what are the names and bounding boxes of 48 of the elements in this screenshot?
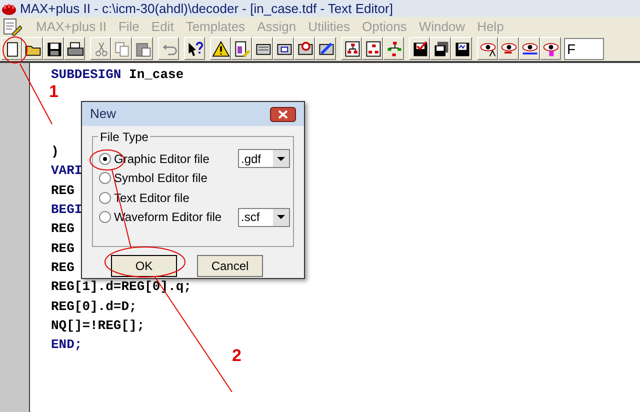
code-text: In_case (128, 67, 184, 82)
ok-button[interactable]: OK (111, 255, 177, 277)
floppy-stack-icon[interactable] (430, 37, 451, 60)
radio-button[interactable] (99, 211, 111, 224)
app-logo-icon (2, 2, 16, 14)
clipboard-icon[interactable] (132, 37, 153, 60)
code-keyword: BEGI (51, 202, 82, 218)
annotation-number: 2 (232, 345, 242, 367)
code-line: REG (51, 221, 74, 236)
code-line: ) (51, 144, 59, 160)
document-icon[interactable] (1, 37, 22, 60)
radio-button[interactable] (99, 172, 111, 184)
code-line: REG (51, 260, 74, 275)
document-pencil-icon[interactable] (231, 37, 252, 60)
extension-dropdown[interactable]: .scf (238, 208, 290, 227)
annotation-circle (2, 36, 28, 64)
close-button[interactable] (270, 106, 296, 122)
copy-icon[interactable] (111, 37, 132, 60)
code-keyword: SUBDESIGN (51, 67, 122, 82)
printer-icon[interactable] (64, 37, 85, 60)
eye-icon[interactable] (498, 37, 519, 60)
eye-icon[interactable] (477, 37, 498, 60)
code-line: NQ[]=!REG[]; (51, 318, 145, 333)
scissors-icon[interactable] (90, 37, 111, 60)
close-icon (278, 110, 288, 118)
dialog-title: New (90, 105, 116, 124)
annotation-number: 1 (49, 81, 58, 103)
floppy-checkmark-icon[interactable] (409, 37, 430, 60)
toolbar-field[interactable]: F (564, 38, 604, 60)
eye-icon[interactable] (540, 37, 561, 60)
folder-icon[interactable] (22, 37, 43, 60)
extension-dropdown[interactable]: .gdf (238, 149, 290, 168)
window-title: MAX+plus II - c:\icm-30(ahdl)\decoder - [in_case.tdf - Text Editor] (20, 0, 393, 18)
eye-icon[interactable] (519, 37, 540, 60)
hierarchy-icon[interactable] (341, 37, 362, 60)
radio-button[interactable] (99, 152, 111, 165)
undo-icon[interactable] (158, 37, 179, 60)
radio-button[interactable] (99, 192, 111, 204)
code-keyword: VARI (51, 163, 82, 178)
hierarchy-icon[interactable] (383, 37, 404, 60)
radio-label: Symbol Editor file (114, 170, 208, 188)
code-line: REG[0].d=D; (51, 298, 137, 314)
code-line: REG (51, 240, 74, 256)
code-keyword: END; (51, 337, 82, 352)
help-pointer-icon[interactable] (184, 37, 205, 60)
code-line: REG (51, 182, 74, 198)
hierarchy-icon[interactable] (362, 37, 383, 60)
cancel-button[interactable]: Cancel (197, 255, 263, 277)
